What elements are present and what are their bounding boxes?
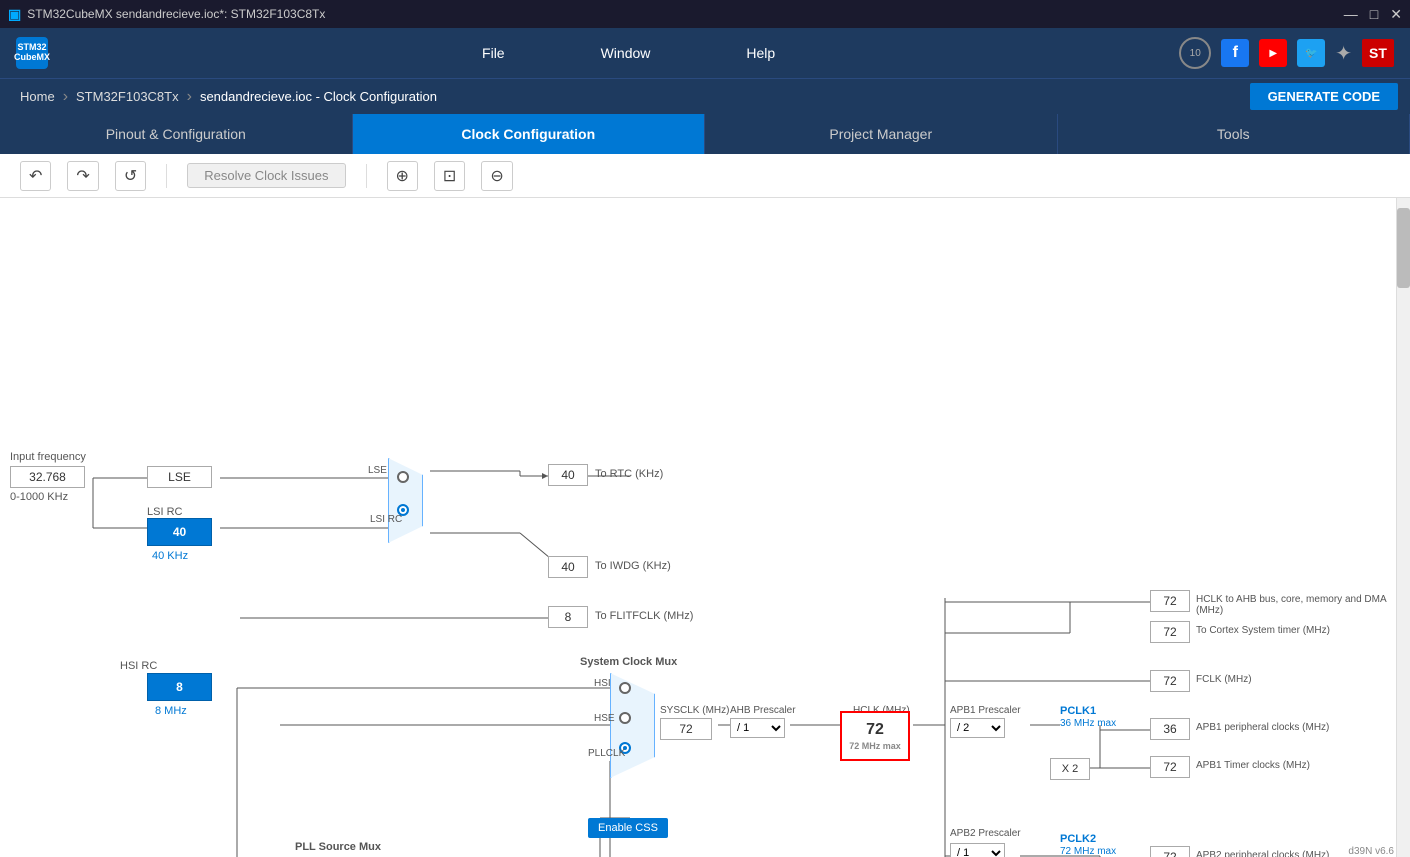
tab-pinout[interactable]: Pinout & Configuration <box>0 114 353 154</box>
resolve-clock-button[interactable]: Resolve Clock Issues <box>187 163 345 188</box>
to-flitfclk-label: To FLITFCLK (MHz) <box>595 610 693 622</box>
hclk-ahb-out-box[interactable]: 72 <box>1150 590 1190 612</box>
pll-source-mux-label: PLL Source Mux <box>295 841 381 853</box>
titlebar: ▣ STM32CubeMX sendandrecieve.ioc*: STM32… <box>0 0 1410 28</box>
tab-tools[interactable]: Tools <box>1058 114 1410 154</box>
hsi-mhz-label: 8 MHz <box>155 705 187 717</box>
apb1-timer-out-label: APB1 Timer clocks (MHz) <box>1196 760 1310 771</box>
clock-diagram-area: Input frequency 32.768 0-1000 KHz LSE LS… <box>0 198 1410 857</box>
fclk-out-label: FCLK (MHz) <box>1196 674 1252 685</box>
fclk-out-box[interactable]: 72 <box>1150 670 1190 692</box>
breadcrumb-file-config: sendandrecieve.ioc - Clock Configuration <box>192 89 445 104</box>
menu-window[interactable]: Window <box>593 41 659 65</box>
zoom-in-button[interactable]: ⊕ <box>387 161 418 191</box>
hsi-sysclk-label: HSI <box>594 678 611 689</box>
minimize-button[interactable]: — <box>1344 6 1358 23</box>
toolbar-separator <box>166 164 167 188</box>
tab-bar: Pinout & Configuration Clock Configurati… <box>0 114 1410 154</box>
ahb-prescaler-label: AHB Prescaler <box>730 705 796 716</box>
apb1-per-out-label: APB1 peripheral clocks (MHz) <box>1196 722 1329 733</box>
pclk2-label: PCLK2 <box>1060 833 1096 845</box>
vertical-scrollbar[interactable] <box>1396 198 1410 857</box>
refresh-button[interactable]: ↺ <box>115 161 146 191</box>
menubar: STM32CubeMX File Window Help 10 f ▶ 🐦 ✦ … <box>0 28 1410 78</box>
zoom-out-button[interactable]: ⊖ <box>481 161 512 191</box>
lsi-box[interactable]: 40 <box>147 518 212 546</box>
system-clock-mux[interactable] <box>610 673 655 778</box>
app-icon: ▣ <box>8 6 21 23</box>
main-menu: File Window Help <box>78 41 1179 65</box>
menu-file[interactable]: File <box>474 41 513 65</box>
badge-icon: 10 <box>1179 37 1211 69</box>
input-freq-top-range: 0-1000 KHz <box>10 491 68 503</box>
breadcrumb-chip[interactable]: STM32F103C8Tx <box>68 89 187 104</box>
network-icon[interactable]: ✦ <box>1335 41 1352 66</box>
apb1-timer-out-box[interactable]: 72 <box>1150 756 1190 778</box>
zoom-fit-button[interactable]: ⊡ <box>434 161 465 191</box>
apb2-per-out-label: APB2 peripheral clocks (MHz) <box>1196 850 1329 857</box>
redo-button[interactable]: ↷ <box>67 161 98 191</box>
apb1-x2-box[interactable]: X 2 <box>1050 758 1090 780</box>
lse-mux-label: LSE <box>368 465 387 476</box>
pclk1-label: PCLK1 <box>1060 705 1096 717</box>
hsi-rc-label: HSI RC <box>120 660 157 672</box>
menu-help[interactable]: Help <box>738 41 783 65</box>
apb1-per-out-box[interactable]: 36 <box>1150 718 1190 740</box>
apb2-per-out-box[interactable]: 72 <box>1150 846 1190 857</box>
version-label: d39N v6.6 <box>1348 846 1394 857</box>
apb1-prescaler-select[interactable]: / 2 <box>950 718 1005 738</box>
ahb-prescaler-select[interactable]: / 1 <box>730 718 785 738</box>
flitfclk-box[interactable]: 8 <box>548 606 588 628</box>
system-clock-mux-label: System Clock Mux <box>580 656 677 668</box>
twitter-icon[interactable]: 🐦 <box>1297 39 1325 67</box>
hsi-box[interactable]: 8 <box>147 673 212 701</box>
apb2-prescaler-select[interactable]: / 1 <box>950 843 1005 857</box>
breadcrumb-bar: Home › STM32F103C8Tx › sendandrecieve.io… <box>0 78 1410 114</box>
maximize-button[interactable]: □ <box>1370 6 1378 23</box>
pllclk-sysclk-label: PLLCLK <box>588 748 625 759</box>
generate-code-button[interactable]: GENERATE CODE <box>1250 83 1398 110</box>
sysclk-label: SYSCLK (MHz) <box>660 705 729 716</box>
input-freq-top-box[interactable]: 32.768 <box>10 466 85 488</box>
undo-button[interactable]: ↶ <box>20 161 51 191</box>
youtube-icon[interactable]: ▶ <box>1259 39 1287 67</box>
hse-sysclk-label: HSE <box>594 713 615 724</box>
hclk-ahb-out-label: HCLK to AHB bus, core, memory and DMA (M… <box>1196 594 1396 616</box>
breadcrumb-home[interactable]: Home <box>12 89 63 104</box>
cortex-out-label: To Cortex System timer (MHz) <box>1196 625 1330 636</box>
pclk2-max-label: 72 MHz max <box>1060 846 1116 857</box>
to-rtc-label: To RTC (KHz) <box>595 468 663 480</box>
close-button[interactable]: ✕ <box>1390 6 1402 23</box>
lsi-mux-label: LSI RC <box>370 514 402 525</box>
tab-clock[interactable]: Clock Configuration <box>353 114 706 154</box>
hclk-box[interactable]: 72 72 MHz max <box>840 711 910 761</box>
enable-css-button[interactable]: Enable CSS <box>588 818 668 838</box>
pclk1-max-label: 36 MHz max <box>1060 718 1116 729</box>
apb2-prescaler-label: APB2 Prescaler <box>950 828 1021 839</box>
facebook-icon[interactable]: f <box>1221 39 1249 67</box>
cortex-out-box[interactable]: 72 <box>1150 621 1190 643</box>
toolbar-separator-2 <box>366 164 367 188</box>
to-iwdg-label: To IWDG (KHz) <box>595 560 671 572</box>
window-title: STM32CubeMX sendandrecieve.ioc*: STM32F1… <box>27 7 325 21</box>
social-links: 10 f ▶ 🐦 ✦ ST <box>1179 37 1394 69</box>
lse-lsi-mux[interactable] <box>388 458 423 543</box>
input-freq-top-label: Input frequency <box>10 451 86 463</box>
lse-box: LSE <box>147 466 212 488</box>
apb1-prescaler-label: APB1 Prescaler <box>950 705 1021 716</box>
lsi-khz-label: 40 KHz <box>152 550 188 562</box>
scrollbar-thumb[interactable] <box>1397 208 1410 288</box>
lsi-rc-label: LSI RC <box>147 506 182 518</box>
toolbar: ↶ ↷ ↺ Resolve Clock Issues ⊕ ⊡ ⊖ <box>0 154 1410 198</box>
lse-out-box[interactable]: 40 <box>548 464 588 486</box>
lsi-out-box[interactable]: 40 <box>548 556 588 578</box>
st-logo: ST <box>1362 39 1394 67</box>
app-logo: STM32CubeMX <box>16 37 48 69</box>
sysclk-box[interactable]: 72 <box>660 718 712 740</box>
tab-project[interactable]: Project Manager <box>705 114 1058 154</box>
